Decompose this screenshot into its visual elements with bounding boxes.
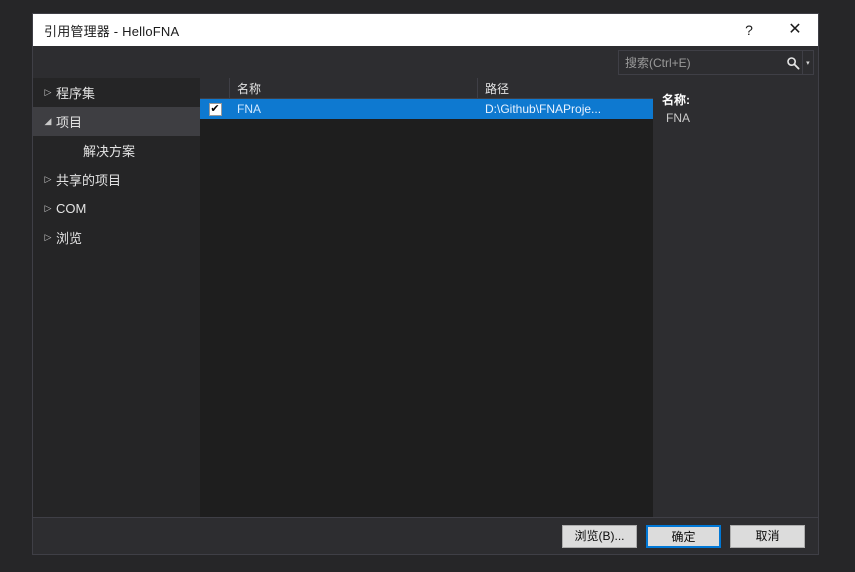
- sidebar-item-label: 共享的项目: [56, 173, 122, 188]
- cancel-button[interactable]: 取消: [730, 524, 805, 548]
- row-checkbox-cell[interactable]: ✔: [200, 102, 230, 116]
- reference-list-pane: 名称 路径 ✔ FNA D:\Github\FNAProje...: [200, 78, 653, 517]
- column-header-name[interactable]: 名称: [230, 78, 478, 98]
- row-path: D:\Github\FNAProje...: [485, 102, 602, 116]
- sidebar-item-label: COM: [56, 201, 87, 216]
- sidebar-item-label: 程序集: [56, 86, 96, 101]
- close-icon[interactable]: ✕: [772, 14, 818, 46]
- chevron-right-icon: ▷: [44, 203, 52, 213]
- ok-button[interactable]: 确定: [646, 524, 721, 548]
- chevron-down-icon[interactable]: ▾: [801, 51, 813, 74]
- table-row[interactable]: ✔ FNA D:\Github\FNAProje...: [200, 99, 653, 119]
- column-header-checkbox[interactable]: [200, 78, 230, 98]
- chevron-right-icon: ▷: [44, 174, 52, 184]
- sidebar-item-assemblies[interactable]: ▷ 程序集: [33, 78, 200, 107]
- sidebar-item-label: 浏览: [56, 231, 83, 246]
- sidebar-item-shared-projects[interactable]: ▷ 共享的项目: [33, 165, 200, 194]
- detail-pane: 名称: FNA: [653, 78, 818, 517]
- help-button[interactable]: ?: [726, 14, 772, 46]
- desktop-background: 引用管理器 - HelloFNA ? ✕ ▾: [0, 0, 855, 572]
- search-box[interactable]: ▾: [618, 50, 814, 75]
- search-input[interactable]: [619, 51, 784, 74]
- dialog-body: ▷ 程序集 ◢ 项目 解决方案 ▷ 共享的项目 ▷ COM ▷ 浏览 名称 路径…: [33, 78, 818, 517]
- column-header-path[interactable]: 路径: [478, 78, 653, 98]
- sidebar-item-solution[interactable]: 解决方案: [33, 136, 200, 165]
- toolbar: ▾: [33, 46, 818, 78]
- list-header: 名称 路径: [200, 78, 653, 99]
- category-tree: ▷ 程序集 ◢ 项目 解决方案 ▷ 共享的项目 ▷ COM ▷ 浏览: [33, 78, 200, 517]
- sidebar-item-projects[interactable]: ◢ 项目: [33, 107, 200, 136]
- window-title: 引用管理器 - HelloFNA: [44, 23, 180, 39]
- search-icon[interactable]: [784, 51, 802, 74]
- sidebar-item-browse[interactable]: ▷ 浏览: [33, 223, 200, 252]
- dialog-footer: 浏览(B)... 确定 取消: [33, 517, 818, 554]
- checkbox-checked-icon[interactable]: ✔: [208, 102, 222, 116]
- detail-name-value: FNA: [666, 111, 690, 125]
- browse-button[interactable]: 浏览(B)...: [562, 524, 637, 548]
- list-rows: ✔ FNA D:\Github\FNAProje...: [200, 99, 653, 517]
- title-bar: 引用管理器 - HelloFNA ? ✕: [33, 14, 818, 46]
- chevron-down-icon: ◢: [44, 116, 52, 126]
- sidebar-item-label: 项目: [56, 115, 83, 130]
- sidebar-item-label: 解决方案: [83, 144, 136, 159]
- detail-name-label: 名称:: [662, 93, 690, 107]
- sidebar-item-com[interactable]: ▷ COM: [33, 194, 200, 223]
- row-name: FNA: [237, 102, 261, 116]
- reference-manager-dialog: 引用管理器 - HelloFNA ? ✕ ▾: [33, 14, 818, 554]
- chevron-right-icon: ▷: [44, 232, 52, 242]
- chevron-right-icon: ▷: [44, 87, 52, 97]
